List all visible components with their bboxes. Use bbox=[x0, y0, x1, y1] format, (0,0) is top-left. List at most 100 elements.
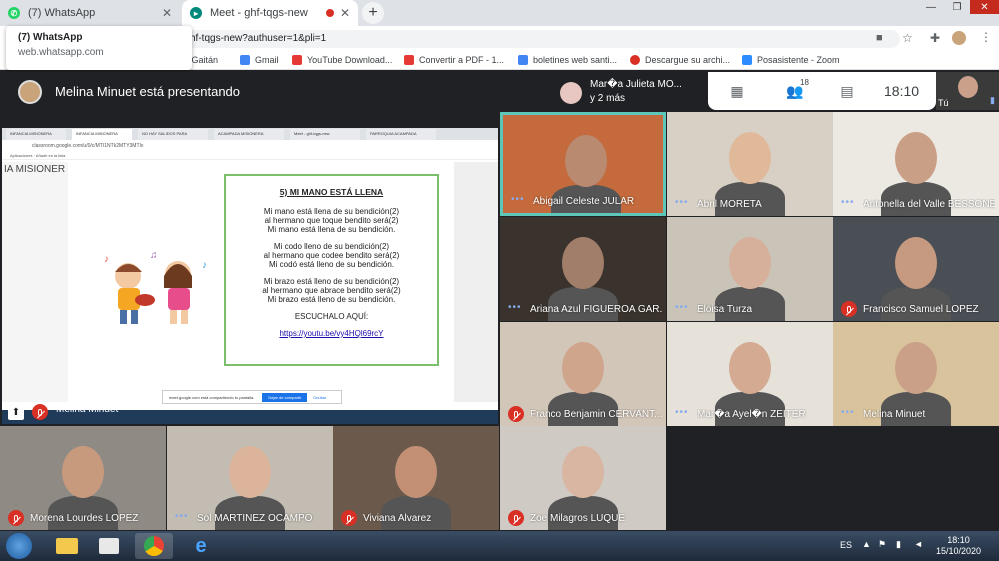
new-tab-button[interactable]: + bbox=[362, 2, 384, 24]
participant-count: 18 bbox=[800, 78, 809, 87]
shared-tab: Meet - ghf-tqgs-new bbox=[290, 129, 360, 140]
participant-name: Morena Lourdes LOPEZ bbox=[30, 513, 139, 524]
windows-taskbar: e ES ▲ ⚑ ▮ ◄ 18:10 15/10/2020 bbox=[0, 531, 999, 561]
url-field[interactable]: hf-tqgs-new?authuser=1&pli=1 bbox=[130, 30, 900, 48]
whatsapp-icon: ✆ bbox=[8, 7, 20, 19]
recording-icon bbox=[326, 9, 334, 17]
meeting-clock: 18:10 bbox=[884, 83, 920, 99]
network-icon[interactable]: ▮ bbox=[896, 539, 901, 550]
close-window-icon[interactable]: ✕ bbox=[970, 0, 999, 14]
participant-face bbox=[562, 237, 604, 289]
verse: Mi codo lleno de su bendición(2) al herm… bbox=[226, 242, 437, 269]
participant-face bbox=[565, 135, 607, 187]
shared-side-panel: IA MISIONER bbox=[2, 162, 68, 402]
chrome-icon[interactable] bbox=[135, 533, 173, 559]
lyric-line: al hermano que toque bendito será(2) bbox=[264, 216, 399, 225]
participant-face bbox=[62, 446, 104, 498]
clock-time: 18:10 bbox=[947, 535, 970, 545]
system-clock[interactable]: 18:10 15/10/2020 bbox=[936, 535, 981, 557]
participant-face bbox=[562, 446, 604, 498]
browser-tab-strip: ✆ (7) WhatsApp ✕ ▸ Meet - ghf-tqgs-new ✕… bbox=[0, 0, 999, 26]
self-view[interactable]: Tú ▮ bbox=[936, 72, 999, 110]
lyric-line: Mi codo lleno de su bendición(2) bbox=[273, 242, 390, 251]
media-player-icon[interactable] bbox=[90, 533, 128, 559]
listen-label: ESCUCHALO AQUÍ: bbox=[294, 312, 369, 321]
lyric-line: Mi brazo está lleno de su bendición. bbox=[267, 295, 396, 304]
participant-name: Franco Benjamin CERVANT... bbox=[530, 409, 662, 420]
start-button[interactable] bbox=[6, 533, 32, 559]
shared-tab: ACAMPADA MISIONERA bbox=[214, 129, 284, 140]
verse: Mi mano está llena de su bendición(2) al… bbox=[226, 207, 437, 234]
participant-face bbox=[229, 446, 271, 498]
profile-avatar[interactable] bbox=[952, 31, 966, 45]
camera-icon[interactable]: ■ bbox=[876, 32, 883, 44]
zoom-icon bbox=[742, 55, 752, 65]
lyric-line: Mi mano está llena de su bendición(2) bbox=[263, 207, 400, 216]
mic-off-icon bbox=[32, 404, 48, 420]
grid-layout-icon[interactable]: ▦ bbox=[728, 82, 746, 100]
tab-title: Meet - ghf-tqgs-new bbox=[210, 7, 308, 19]
tab-meet[interactable]: ▸ Meet - ghf-tqgs-new ✕ bbox=[182, 0, 358, 26]
volume-icon[interactable]: ◄ bbox=[914, 539, 923, 549]
flag-icon[interactable]: ⚑ bbox=[878, 539, 886, 550]
minimize-icon[interactable]: — bbox=[918, 0, 944, 14]
self-label: Tú bbox=[938, 98, 949, 108]
participant-tile[interactable]: ••• Mar�a Ayel�n ZEITER bbox=[667, 322, 833, 426]
participant-face bbox=[895, 237, 937, 289]
bookmark-item[interactable]: Descargue su archi... bbox=[630, 55, 730, 65]
presenting-banner: Melina Minuet está presentando bbox=[55, 84, 241, 99]
avatar bbox=[560, 82, 582, 104]
participant-tile[interactable]: Morena Lourdes LOPEZ bbox=[0, 426, 166, 530]
present-icon[interactable]: ⬆ bbox=[8, 404, 24, 420]
extensions-icon[interactable]: ✚ bbox=[930, 31, 940, 45]
menu-icon[interactable]: ⋮ bbox=[980, 30, 992, 44]
close-icon[interactable]: ✕ bbox=[162, 6, 172, 20]
internet-explorer-icon[interactable]: e bbox=[182, 533, 220, 559]
audio-indicator-icon: ••• bbox=[675, 407, 689, 418]
participant-name: Melina Minuet bbox=[863, 409, 926, 420]
participant-tile[interactable]: ••• Melina Minuet bbox=[833, 322, 999, 426]
participant-tile[interactable]: ••• Abigail Celeste JULAR bbox=[500, 112, 666, 216]
participant-tile[interactable]: Francisco Samuel LOPEZ bbox=[833, 217, 999, 321]
lyric-line: al hermano que codee bendito será(2) bbox=[263, 251, 400, 260]
participant-tile[interactable]: ••• Sol MARTINEZ OCAMPO bbox=[167, 426, 333, 530]
language-indicator[interactable]: ES bbox=[840, 540, 852, 550]
participant-tile[interactable]: ••• Ariana Azul FIGUEROA GAR... bbox=[500, 217, 666, 321]
participant-name: Mar�a Ayel�n ZEITER bbox=[697, 409, 806, 420]
chevron-up-icon[interactable]: ▲ bbox=[862, 539, 871, 549]
participant-tile[interactable]: ••• Abril MORETA bbox=[667, 112, 833, 216]
shared-tab-strip: INFANCIA MISIONERA INFANCIA MISIONERA NO… bbox=[2, 128, 498, 140]
bookmark-item[interactable]: Posasistente - Zoom bbox=[742, 55, 840, 65]
verse: Mi brazo está lleno de su bendición(2) a… bbox=[226, 277, 437, 304]
participant-name: Eloisa Turza bbox=[697, 304, 753, 315]
star-icon[interactable]: ☆ bbox=[902, 31, 913, 45]
participant-face bbox=[895, 342, 937, 394]
chip-name: Mar�a Julieta MO... bbox=[590, 79, 682, 90]
participant-name: Sol MARTINEZ OCAMPO bbox=[197, 513, 313, 524]
participant-tile[interactable]: Franco Benjamin CERVANT... bbox=[500, 322, 666, 426]
participant-tile[interactable]: Viviana Alvarez bbox=[333, 426, 499, 530]
song-lyrics-box: 5) MI MANO ESTÁ LLENA Mi mano está llena… bbox=[224, 174, 439, 366]
song-title: 5) MI MANO ESTÁ LLENA bbox=[279, 187, 384, 197]
shared-tab: PARROQUIA ACAMPADA bbox=[366, 129, 436, 140]
bookmark-item[interactable]: Convertir a PDF - 1... bbox=[404, 55, 504, 65]
youtube-link[interactable]: https://youtu.be/vy4HQl69rcY bbox=[226, 329, 437, 338]
participant-tile[interactable]: ••• Antonella del Valle BESSONE bbox=[833, 112, 999, 216]
participant-face bbox=[729, 132, 771, 184]
file-explorer-icon[interactable] bbox=[48, 533, 86, 559]
participant-name: Abigail Celeste JULAR bbox=[533, 196, 635, 207]
maximize-icon[interactable]: ❐ bbox=[944, 0, 970, 14]
tab-whatsapp[interactable]: ✆ (7) WhatsApp ✕ bbox=[0, 0, 180, 26]
participant-tile[interactable]: ••• Eloisa Turza bbox=[667, 217, 833, 321]
participant-tile[interactable]: Zoe Milagros LUQUE bbox=[500, 426, 666, 530]
participant-face bbox=[729, 342, 771, 394]
participants-chip[interactable]: Mar�a Julieta MO... y 2 más bbox=[556, 74, 708, 110]
bookmark-item[interactable]: Gmail bbox=[240, 55, 279, 65]
audio-level-icon: ▮ bbox=[990, 95, 995, 105]
bookmark-item[interactable]: YouTube Download... bbox=[292, 55, 392, 65]
bookmark-item[interactable]: boletines web santi... bbox=[518, 55, 617, 65]
mic-off-icon bbox=[508, 510, 524, 526]
presentation-tile[interactable]: INFANCIA MISIONERA INFANCIA MISIONERA NO… bbox=[0, 112, 500, 426]
close-icon[interactable]: ✕ bbox=[340, 6, 350, 20]
chat-icon[interactable]: ▤ bbox=[838, 82, 856, 100]
